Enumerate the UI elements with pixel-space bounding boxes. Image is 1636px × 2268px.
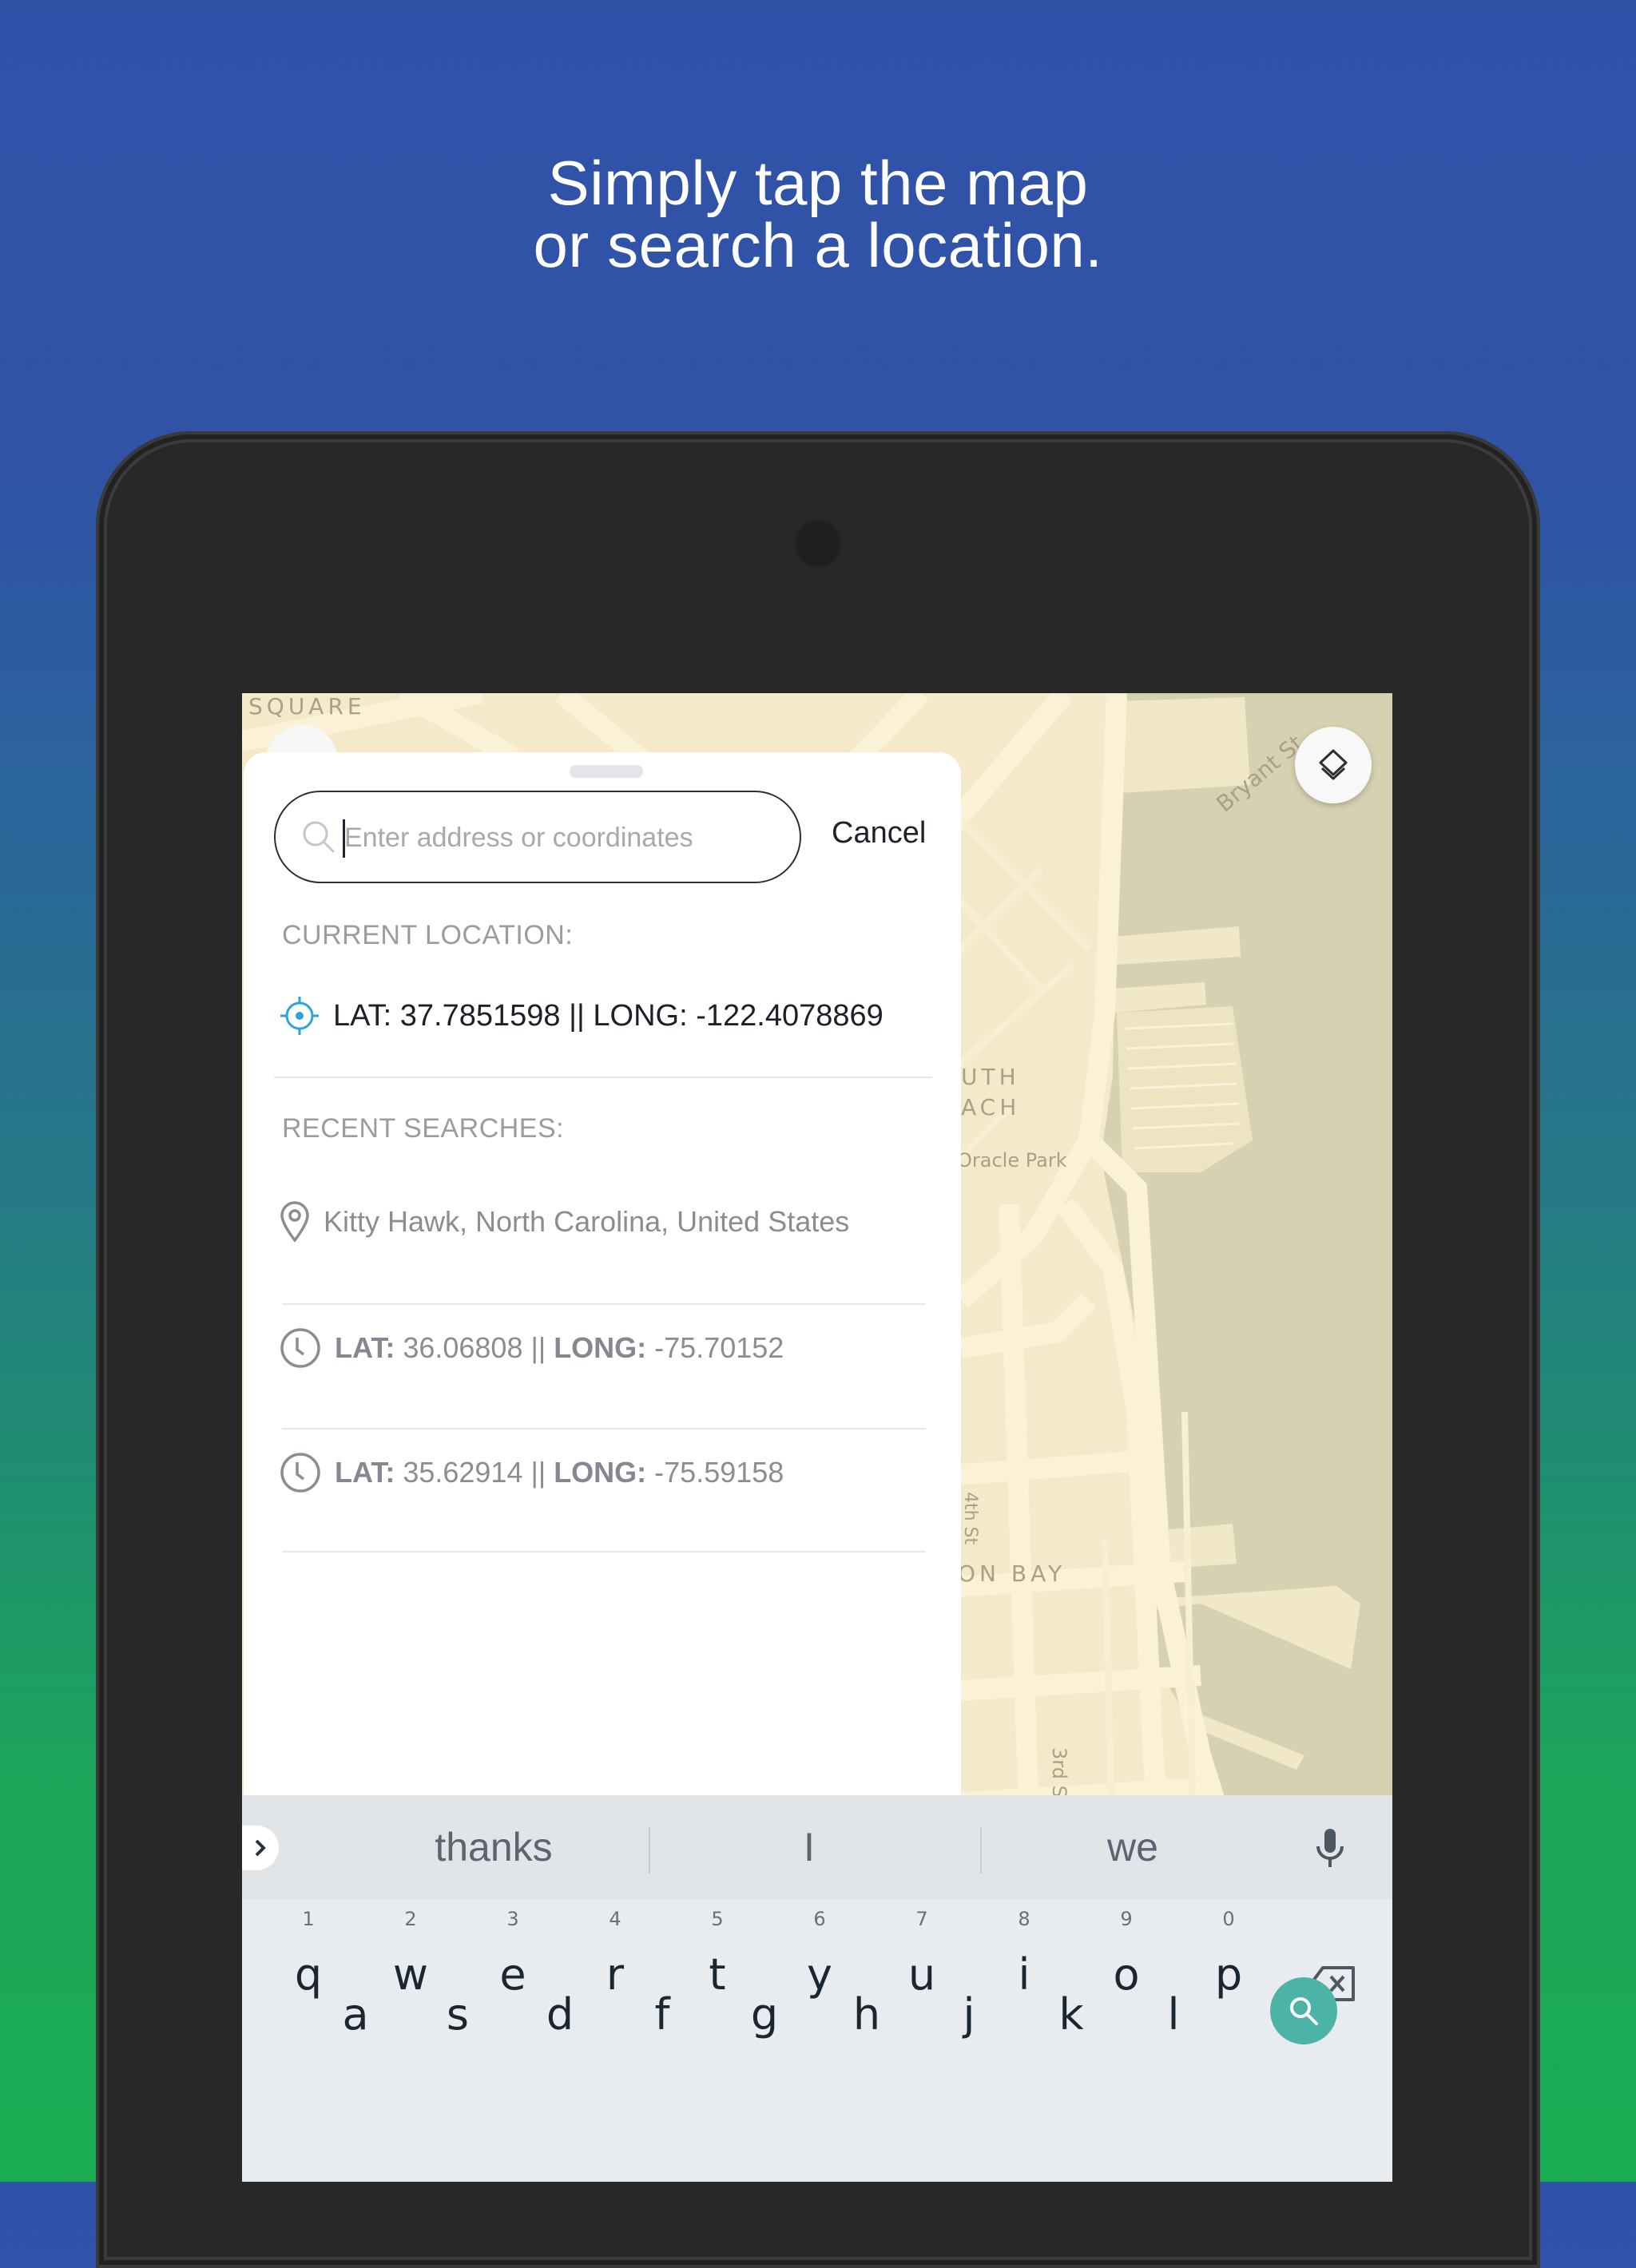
recent-searches-label: RECENT SEARCHES: xyxy=(282,1113,565,1144)
lat-value: 36.06808 || xyxy=(395,1331,554,1364)
current-location-label: CURRENT LOCATION: xyxy=(282,920,574,950)
key-hint: 7 xyxy=(915,1908,928,1930)
key-label: t xyxy=(709,1949,726,2000)
lat-label: LAT: xyxy=(335,1331,395,1364)
on-screen-keyboard: thanks I we 1q2w3e4r5t6y7u8i9o0p asdfghj… xyxy=(242,1795,1392,2182)
crosshair-icon xyxy=(280,997,319,1035)
expand-toolbar-button[interactable] xyxy=(242,1826,279,1870)
divider xyxy=(282,1551,926,1552)
key-h[interactable]: h xyxy=(827,1971,907,2059)
key-label: p xyxy=(1214,1949,1243,2000)
recent-item-text: LAT: 36.06808 || LONG: -75.70152 xyxy=(335,1331,784,1365)
key-l[interactable]: l xyxy=(1134,1971,1213,2059)
headline-line-2: or search a location. xyxy=(533,210,1103,280)
key-hint: 4 xyxy=(609,1908,621,1930)
recent-item-text: LAT: 35.62914 || LONG: -75.59158 xyxy=(335,1456,784,1489)
suggestion-strip: thanks I we xyxy=(242,1795,1392,1899)
clock-icon xyxy=(280,1453,320,1493)
key-hint: 1 xyxy=(302,1908,315,1930)
map-label-oracle-park: Oracle Park xyxy=(957,1149,1067,1172)
long-value: -75.59158 xyxy=(646,1456,784,1489)
key-a[interactable]: a xyxy=(316,1971,395,2059)
key-hint: 2 xyxy=(404,1908,417,1930)
cancel-button[interactable]: Cancel xyxy=(832,816,926,850)
pier-1 xyxy=(1117,697,1250,793)
suggestion-1[interactable]: thanks xyxy=(386,1819,602,1875)
front-camera xyxy=(797,523,839,565)
current-location-coordinates: LAT: 37.7851598 || LONG: -122.4078869 xyxy=(333,998,884,1033)
suggestion-2[interactable]: I xyxy=(705,1819,913,1875)
map-layers-button[interactable] xyxy=(1295,727,1372,803)
panel-drag-handle[interactable] xyxy=(570,765,643,778)
divider xyxy=(274,1077,932,1078)
clock-icon xyxy=(280,1328,320,1368)
text-cursor xyxy=(343,819,345,858)
long-label: LONG: xyxy=(554,1331,647,1364)
lat-value: 35.62914 || xyxy=(395,1456,554,1489)
recent-item-text: Kitty Hawk, North Carolina, United State… xyxy=(324,1205,850,1238)
suggestion-3[interactable]: we xyxy=(1025,1819,1241,1875)
current-location-item[interactable]: LAT: 37.7851598 || LONG: -122.4078869 xyxy=(279,992,884,1040)
headline: Simply tap the map or search a location. xyxy=(0,152,1636,276)
layers-icon xyxy=(1319,749,1348,780)
key-hint: 3 xyxy=(506,1908,519,1930)
key-hint: 9 xyxy=(1120,1908,1133,1930)
lat-label: LAT: xyxy=(335,1456,395,1489)
recent-item-coordinates[interactable]: LAT: 36.06808 || LONG: -75.70152 xyxy=(279,1324,784,1372)
key-g[interactable]: g xyxy=(725,1971,804,2059)
recent-item-coordinates[interactable]: LAT: 35.62914 || LONG: -75.59158 xyxy=(279,1449,784,1497)
search-input[interactable] xyxy=(343,813,777,862)
key-f[interactable]: f xyxy=(622,1971,702,2059)
search-icon xyxy=(303,821,335,853)
key-d[interactable]: d xyxy=(520,1971,600,2059)
key-j[interactable]: j xyxy=(929,1971,1009,2059)
key-label: r xyxy=(606,1949,625,2000)
divider xyxy=(282,1428,926,1429)
map-label-south-beach-2: ACH xyxy=(961,1094,1020,1120)
headline-line-1: Simply tap the map xyxy=(547,148,1089,218)
microphone-icon[interactable] xyxy=(1311,1827,1349,1872)
search-action-key[interactable] xyxy=(1270,1977,1337,2044)
long-value: -75.70152 xyxy=(646,1331,784,1364)
map-label-square: SQUARE xyxy=(248,693,366,720)
device-screen: Bryant St UTH ACH Oracle Park ON BAY 4th… xyxy=(242,693,1392,2182)
key-hint: 5 xyxy=(711,1908,724,1930)
key-label: i xyxy=(1018,1949,1030,2000)
search-icon xyxy=(1290,1997,1318,2025)
recent-item-kitty-hawk[interactable]: Kitty Hawk, North Carolina, United State… xyxy=(279,1198,849,1246)
map-label-mission-bay: ON BAY xyxy=(958,1560,1066,1587)
search-panel: Cancel CURRENT LOCATION: LAT: 37.7851598… xyxy=(244,752,961,1886)
chevron-right-icon xyxy=(255,1839,266,1857)
key-k[interactable]: k xyxy=(1031,1971,1111,2059)
map-label-south-beach-1: UTH xyxy=(961,1064,1020,1090)
key-hint: 8 xyxy=(1018,1908,1030,1930)
long-label: LONG: xyxy=(554,1456,647,1489)
map-label-4th-st: 4th St xyxy=(960,1492,980,1545)
suggestion-separator xyxy=(649,1827,650,1873)
map-pin-icon xyxy=(280,1201,309,1243)
divider xyxy=(282,1303,926,1305)
key-hint: 0 xyxy=(1222,1908,1235,1930)
search-field[interactable] xyxy=(274,791,801,883)
suggestion-separator xyxy=(980,1827,982,1873)
key-hint: 6 xyxy=(813,1908,826,1930)
key-s[interactable]: s xyxy=(418,1971,498,2059)
